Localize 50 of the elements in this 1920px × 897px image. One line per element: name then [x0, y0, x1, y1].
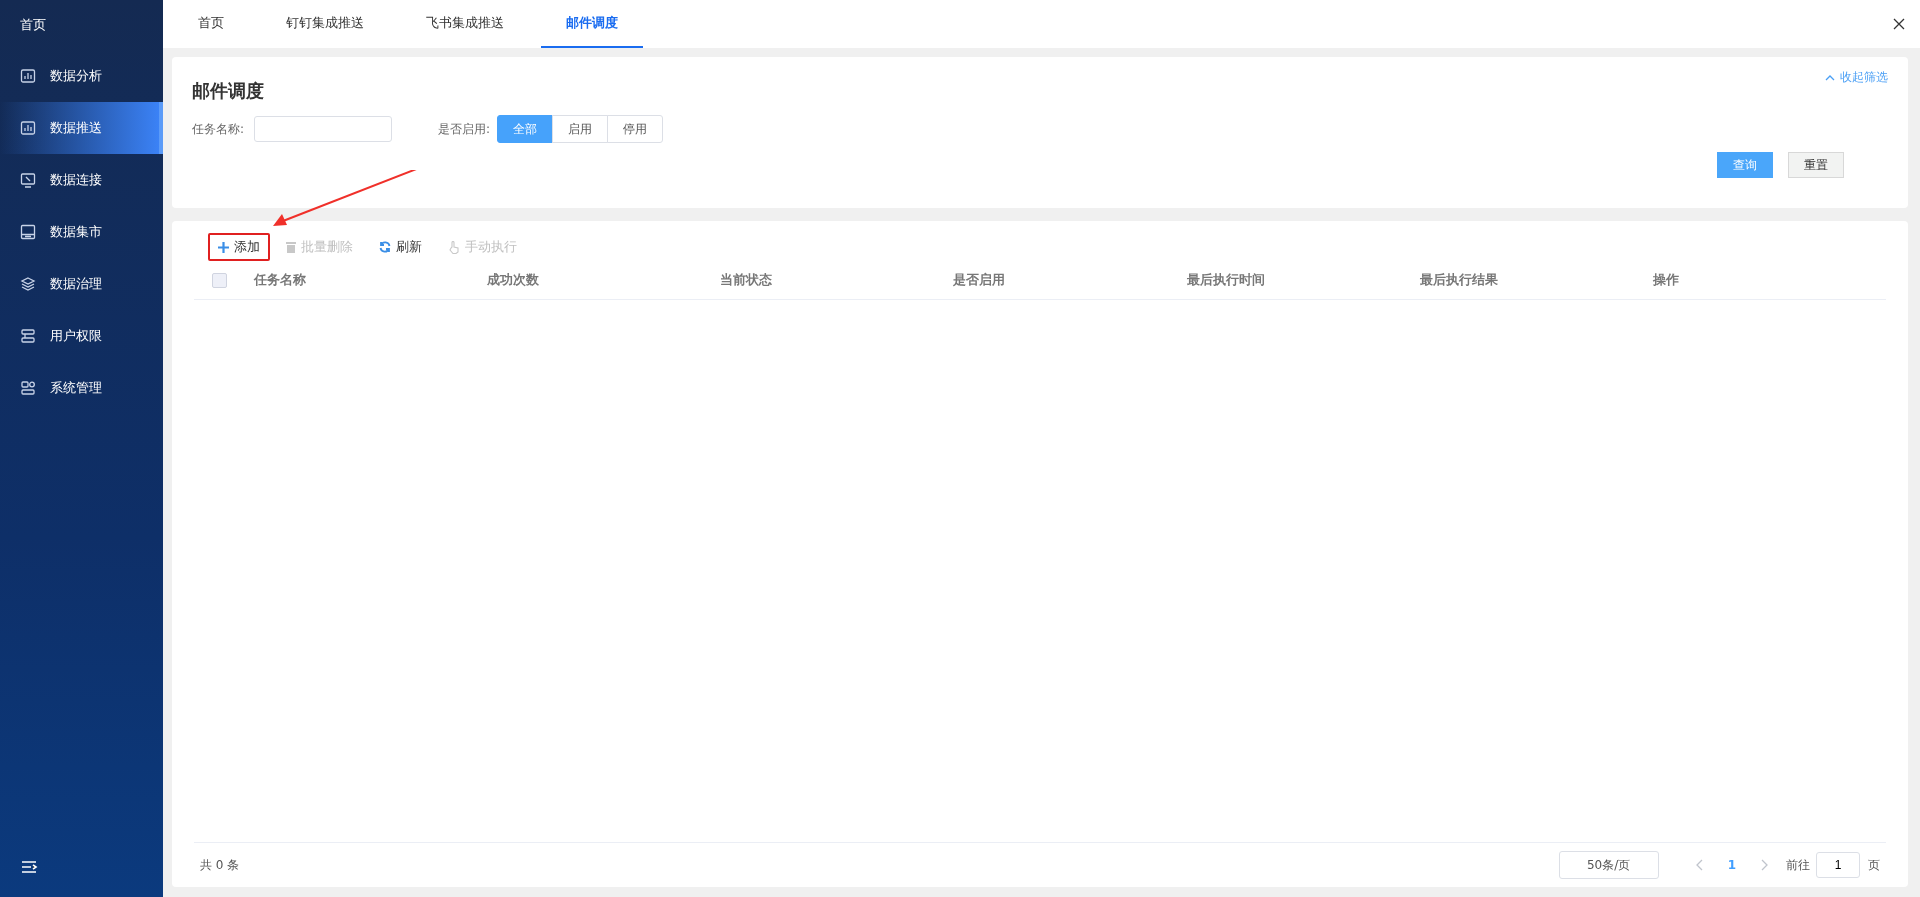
add-button[interactable]: 添加 — [208, 233, 270, 261]
column-header: 成功次数 — [487, 272, 540, 287]
sidebar-item[interactable]: 数据推送 — [0, 102, 163, 154]
field-label: 任务名称: — [192, 120, 245, 138]
hand-pointer-icon — [448, 240, 460, 254]
layers-icon — [20, 276, 36, 292]
field-label: 是否启用: — [438, 120, 491, 138]
column-header: 是否启用 — [953, 272, 1006, 287]
sidebar-item[interactable]: 系统管理 — [0, 362, 163, 414]
server-icon — [20, 328, 36, 344]
sidebar-item[interactable]: 数据分析 — [0, 50, 163, 102]
refresh-icon — [379, 241, 391, 253]
sidebar-item[interactable]: 数据治理 — [0, 258, 163, 310]
column-header: 当前状态 — [720, 272, 773, 287]
previous-page-icon[interactable] — [1695, 859, 1704, 871]
sidebar-item[interactable]: 数据集市 — [0, 206, 163, 258]
sidebar-home-link[interactable]: 首页 — [0, 0, 163, 50]
tray-icon — [20, 224, 36, 240]
column-header: 最后执行时间 — [1186, 272, 1265, 287]
monitor-icon — [20, 172, 36, 188]
plus-icon — [218, 241, 229, 253]
select-all-checkbox[interactable] — [212, 272, 227, 288]
user-gear-icon — [20, 380, 36, 396]
trash-icon — [286, 241, 296, 253]
chevron-up-icon — [1825, 73, 1835, 82]
segment-option[interactable]: 停用 — [607, 115, 664, 143]
sidebar-item[interactable]: 用户权限 — [0, 310, 163, 362]
next-page-icon[interactable] — [1760, 859, 1768, 871]
reset-button[interactable]: 重置 — [1788, 152, 1844, 178]
tab[interactable]: 首页 — [173, 0, 249, 48]
segment-option[interactable]: 启用 — [552, 115, 609, 143]
task-name-input[interactable] — [254, 116, 393, 142]
close-icon[interactable] — [1892, 17, 1906, 31]
page-suffix: 页 — [1868, 856, 1880, 874]
goto-label: 前往 — [1786, 856, 1810, 874]
column-header: 最后执行结果 — [1419, 272, 1498, 287]
column-header: 任务名称 — [254, 272, 306, 287]
page-title: 邮件调度 — [192, 79, 264, 103]
sidebar-item[interactable]: 数据连接 — [0, 154, 163, 206]
column-header: 操作 — [1652, 272, 1679, 287]
page-size-select[interactable]: 50条/页 — [1558, 851, 1659, 879]
total-count: 共 0 条 — [200, 856, 240, 874]
refresh-button[interactable]: 刷新 — [369, 233, 432, 261]
menu-icon[interactable] — [20, 859, 38, 875]
chart-icon — [20, 68, 36, 84]
tab[interactable]: 飞书集成推送 — [401, 0, 529, 48]
goto-page-input[interactable]: 1 — [1816, 852, 1860, 878]
tab[interactable]: 邮件调度 — [541, 0, 643, 48]
chart-icon — [20, 120, 36, 136]
tab[interactable]: 钉钉集成推送 — [261, 0, 389, 48]
